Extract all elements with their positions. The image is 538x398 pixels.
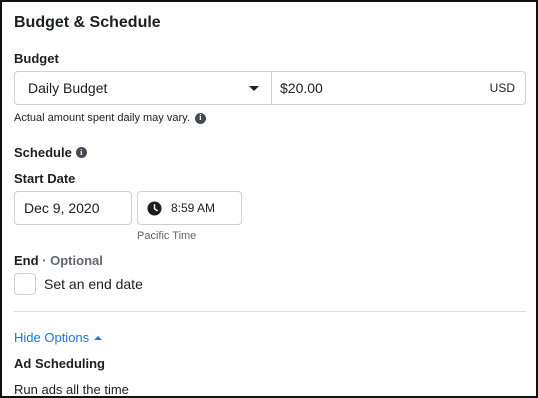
start-date-input[interactable]: Dec 9, 2020: [14, 191, 132, 225]
ad-scheduling-heading: Ad Scheduling: [14, 356, 105, 371]
info-icon[interactable]: i: [194, 112, 206, 124]
budget-hint-text: Actual amount spent daily may vary.: [14, 112, 190, 124]
budget-type-dropdown[interactable]: Daily Budget: [15, 72, 272, 104]
end-date-checkbox-label[interactable]: Set an end date: [44, 276, 143, 292]
hide-options-label[interactable]: Hide Options: [14, 330, 89, 345]
caret-up-icon: [94, 335, 103, 340]
run-ads-text: Run ads all the time: [14, 382, 129, 397]
start-date-value: Dec 9, 2020: [24, 200, 100, 216]
budget-label: Budget: [14, 51, 59, 66]
clock-icon: [147, 200, 162, 216]
section-title: Budget & Schedule: [14, 14, 161, 31]
budget-amount-value: $20.00: [280, 80, 323, 96]
budget-type-value: Daily Budget: [28, 80, 108, 96]
timezone-label: Pacific Time: [137, 230, 197, 242]
hide-options-link[interactable]: Hide Options: [14, 330, 103, 345]
start-time-input[interactable]: 8:59 AM: [137, 191, 242, 225]
schedule-label: Schedule: [14, 145, 72, 160]
end-optional-text: · Optional: [42, 253, 103, 268]
caret-down-icon: [249, 85, 259, 91]
start-time-value: 8:59 AM: [171, 201, 216, 215]
budget-hint: Actual amount spent daily may vary. i: [14, 112, 206, 124]
end-date-checkbox[interactable]: [14, 273, 36, 295]
end-date-checkbox-row[interactable]: Set an end date: [14, 273, 143, 295]
budget-schedule-panel: Budget & Schedule Budget Daily Budget $2…: [0, 0, 538, 398]
start-date-label: Start Date: [14, 171, 76, 186]
budget-input-group: Daily Budget $20.00 USD: [14, 71, 526, 105]
budget-amount-input[interactable]: $20.00 USD: [272, 72, 525, 104]
currency-label: USD: [489, 81, 515, 95]
end-label-text: End: [14, 253, 39, 268]
divider: [14, 311, 526, 312]
schedule-heading: Schedule i: [14, 145, 87, 160]
info-icon[interactable]: i: [75, 147, 87, 158]
end-label: End · Optional: [14, 253, 103, 268]
